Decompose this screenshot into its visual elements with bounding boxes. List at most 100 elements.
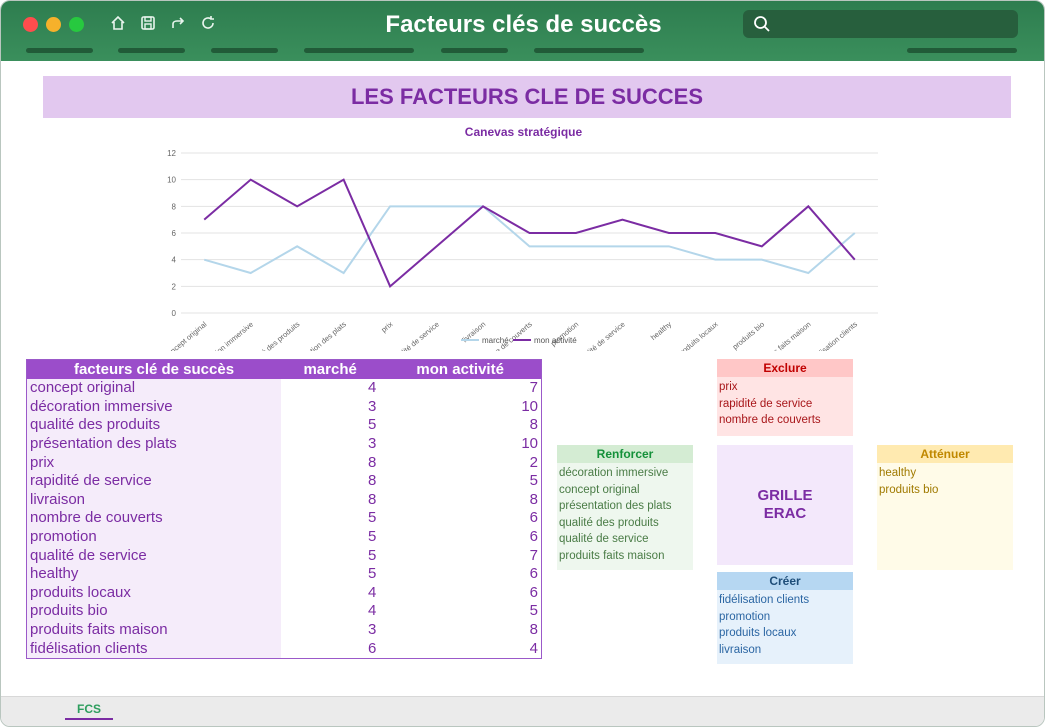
factor-cell[interactable]: prix <box>26 453 281 472</box>
activity-value-cell[interactable]: 8 <box>379 621 541 640</box>
search-input[interactable] <box>743 10 1018 38</box>
y-tick-label: 10 <box>167 176 176 185</box>
legend-label: mon activité <box>534 336 577 345</box>
creer-list: fidélisation clients promotion produits lo… <box>717 590 853 664</box>
activity-value-cell[interactable]: 4 <box>379 639 541 658</box>
market-value-cell[interactable]: 4 <box>281 602 379 621</box>
table-row: livraison 8 8 <box>26 490 542 510</box>
market-value-cell[interactable]: 8 <box>281 472 379 491</box>
market-value-cell[interactable]: 5 <box>281 565 379 584</box>
factor-cell[interactable]: healthy <box>26 564 281 584</box>
market-value-cell[interactable]: 3 <box>281 621 379 640</box>
list-item: healthy <box>879 467 917 479</box>
factor-cell[interactable]: promotion <box>26 527 281 547</box>
activity-value-cell[interactable]: 6 <box>379 584 541 603</box>
activity-value-cell[interactable]: 10 <box>379 398 541 417</box>
grid-label-line-1: GRILLE <box>757 487 813 504</box>
column-header-market[interactable]: marché <box>281 359 380 379</box>
sheet-tab-fcs[interactable]: FCS <box>65 700 113 720</box>
table-row: présentation des plats 3 10 <box>26 434 542 454</box>
ribbon-group[interactable] <box>304 48 414 53</box>
activity-value-cell[interactable]: 6 <box>379 509 541 528</box>
activity-value-cell[interactable]: 8 <box>379 491 541 510</box>
activity-value-cell[interactable]: 6 <box>379 565 541 584</box>
factor-cell[interactable]: concept original <box>26 379 281 398</box>
y-tick-label: 12 <box>167 149 176 158</box>
factor-cell[interactable]: décoration immersive <box>26 397 281 417</box>
activity-value-cell[interactable]: 8 <box>379 416 541 435</box>
table-row: prix 8 2 <box>26 453 542 472</box>
activity-value-cell[interactable]: 5 <box>379 472 541 491</box>
activity-value-cell[interactable]: 5 <box>379 602 541 621</box>
activity-value-cell[interactable]: 10 <box>379 435 541 454</box>
exclure-title: Exclure <box>717 359 853 377</box>
factor-cell[interactable]: livraison <box>26 490 281 510</box>
market-value-cell[interactable]: 5 <box>281 509 379 528</box>
table-row: produits locaux 4 6 <box>26 583 542 603</box>
market-value-cell[interactable]: 5 <box>281 546 379 565</box>
list-item: livraison <box>719 643 762 656</box>
ribbon-group[interactable] <box>441 48 508 53</box>
factor-cell[interactable]: produits locaux <box>26 583 281 603</box>
market-value-cell[interactable]: 4 <box>281 584 379 603</box>
y-tick-label: 8 <box>172 202 177 211</box>
x-tick-label: prix <box>379 319 394 334</box>
activity-value-cell[interactable]: 6 <box>379 528 541 547</box>
factor-cell[interactable]: rapidité de service <box>26 471 281 491</box>
table-row: fidélisation clients 6 4 <box>26 639 542 659</box>
legend-label: marché <box>482 336 509 345</box>
factor-cell[interactable]: fidélisation clients <box>26 639 281 659</box>
x-tick-label: produits bio <box>731 320 766 351</box>
factor-cell[interactable]: qualité de service <box>26 546 281 565</box>
table-body: concept original 4 7 décoration immersive 3 1… <box>26 379 542 659</box>
market-value-cell[interactable]: 5 <box>281 416 379 435</box>
list-item: rapidité de service <box>719 397 813 410</box>
column-header-activity[interactable]: mon activité <box>379 359 542 379</box>
factor-cell[interactable]: produits faits maison <box>26 620 281 640</box>
list-item: promotion <box>719 610 771 623</box>
series-line-marche <box>203 205 856 275</box>
factor-cell[interactable]: produits bio <box>26 602 281 621</box>
sheet-tabs-bar: FCS <box>1 696 1044 726</box>
market-value-cell[interactable]: 3 <box>281 398 379 417</box>
market-value-cell[interactable]: 3 <box>281 435 379 454</box>
factor-cell[interactable]: nombre de couverts <box>26 509 281 528</box>
table-row: healthy 5 6 <box>26 564 542 584</box>
ribbon-group[interactable] <box>211 48 278 53</box>
attenuer-list: healthy produits bio <box>877 463 1013 570</box>
ribbon-group[interactable] <box>118 48 185 53</box>
column-header-factor[interactable]: facteurs clé de succès <box>26 359 281 379</box>
market-value-cell[interactable]: 4 <box>281 379 379 398</box>
list-item: qualité des produits <box>559 516 659 529</box>
factor-cell[interactable]: qualité des produits <box>26 416 281 435</box>
ribbon-group[interactable] <box>534 48 644 53</box>
table-row: rapidité de service 8 5 <box>26 471 542 491</box>
table-row: produits faits maison 3 8 <box>26 620 542 640</box>
renforcer-box: Renforcer décoration immersive concept or… <box>557 445 693 570</box>
list-item: prix <box>719 381 738 393</box>
list-item: qualité de service <box>559 533 649 546</box>
market-value-cell[interactable]: 8 <box>281 453 379 472</box>
sheet-banner: LES FACTEURS CLE DE SUCCES <box>43 76 1011 118</box>
table-header-row: facteurs clé de succès marché mon activi… <box>26 359 542 379</box>
erac-grid-label: GRILLE ERAC <box>717 445 853 565</box>
factor-cell[interactable]: présentation des plats <box>26 434 281 454</box>
ribbon-group[interactable] <box>26 48 93 53</box>
x-tick-label: concept original <box>162 319 208 351</box>
y-tick-label: 0 <box>172 309 177 318</box>
ribbon-group[interactable] <box>907 48 1017 53</box>
y-tick-label: 2 <box>172 282 177 291</box>
renforcer-title: Renforcer <box>557 445 693 463</box>
activity-value-cell[interactable]: 2 <box>379 453 541 472</box>
market-value-cell[interactable]: 8 <box>281 491 379 510</box>
table-row: nombre de couverts 5 6 <box>26 509 542 528</box>
table-row: concept original 4 7 <box>26 379 542 398</box>
market-value-cell[interactable]: 6 <box>281 639 379 658</box>
list-item: concept original <box>559 483 640 496</box>
y-tick-label: 4 <box>172 256 177 265</box>
list-item: produits faits maison <box>559 549 665 562</box>
activity-value-cell[interactable]: 7 <box>379 546 541 565</box>
market-value-cell[interactable]: 5 <box>281 528 379 547</box>
activity-value-cell[interactable]: 7 <box>379 379 541 398</box>
list-item: produits bio <box>879 483 939 496</box>
